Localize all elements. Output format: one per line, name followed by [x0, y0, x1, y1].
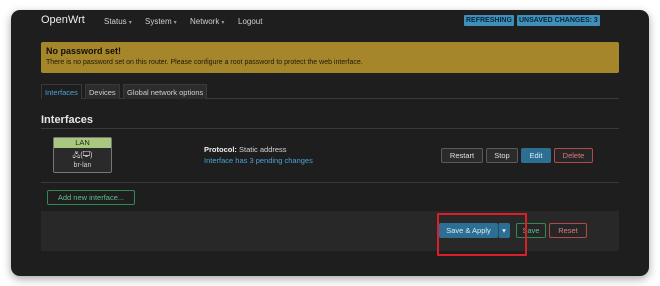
- luci-window: OpenWrt Status ▾ System ▾ Network ▾ Logout …: [11, 10, 649, 276]
- add-new-interface-button[interactable]: Add new interface...: [47, 190, 135, 205]
- network-port-icon: 🖧(🖵): [72, 152, 93, 159]
- alert-text: There is no password set on this router.…: [46, 59, 363, 66]
- row-divider: [41, 182, 619, 183]
- edit-button[interactable]: Edit: [521, 148, 551, 163]
- refreshing-indicator[interactable]: REFRESHING: [464, 15, 514, 26]
- pending-changes-link[interactable]: Interface has 3 pending changes: [204, 156, 313, 165]
- tab-devices[interactable]: Devices: [85, 84, 120, 99]
- unsaved-changes-indicator[interactable]: UNSAVED CHANGES: 3: [517, 15, 600, 26]
- protocol-label: Protocol:: [204, 145, 237, 154]
- nav-status-label: Status: [104, 17, 127, 26]
- chevron-down-icon: ▾: [128, 20, 132, 26]
- chevron-down-icon: ▾: [173, 20, 177, 26]
- reset-button[interactable]: Reset: [549, 223, 587, 238]
- lan-interface-badge: LAN 🖧(🖵) br-lan: [53, 137, 112, 173]
- no-password-alert: No password set! There is no password se…: [41, 42, 619, 73]
- restart-button[interactable]: Restart: [441, 148, 483, 163]
- chevron-down-icon: ▾: [221, 20, 225, 26]
- nav-system-menu[interactable]: System ▾: [145, 17, 177, 26]
- stop-button[interactable]: Stop: [486, 148, 518, 163]
- tab-global-network-options[interactable]: Global network options: [123, 84, 208, 99]
- section-divider: [41, 128, 619, 129]
- section-title: Interfaces: [41, 114, 93, 126]
- nav-network-menu[interactable]: Network ▾: [190, 17, 224, 26]
- interface-device: br-lan: [73, 162, 92, 169]
- top-navbar: OpenWrt Status ▾ System ▾ Network ▾ Logout …: [11, 10, 649, 32]
- delete-button[interactable]: Delete: [554, 148, 593, 163]
- alert-title: No password set!: [46, 46, 122, 56]
- highlight-box: [437, 213, 527, 256]
- nav-status-menu[interactable]: Status ▾: [104, 17, 132, 26]
- tab-interfaces[interactable]: Interfaces: [41, 84, 82, 99]
- protocol-info: Protocol: Static address: [204, 145, 287, 154]
- nav-logout-link[interactable]: Logout: [238, 17, 262, 26]
- nav-system-label: System: [145, 17, 172, 26]
- nav-network-label: Network: [190, 17, 220, 26]
- brand-logo[interactable]: OpenWrt: [41, 14, 85, 26]
- tab-bar: Interfaces Devices Global network option…: [41, 84, 619, 99]
- interface-name: LAN: [54, 138, 111, 148]
- protocol-value: Static address: [239, 145, 287, 154]
